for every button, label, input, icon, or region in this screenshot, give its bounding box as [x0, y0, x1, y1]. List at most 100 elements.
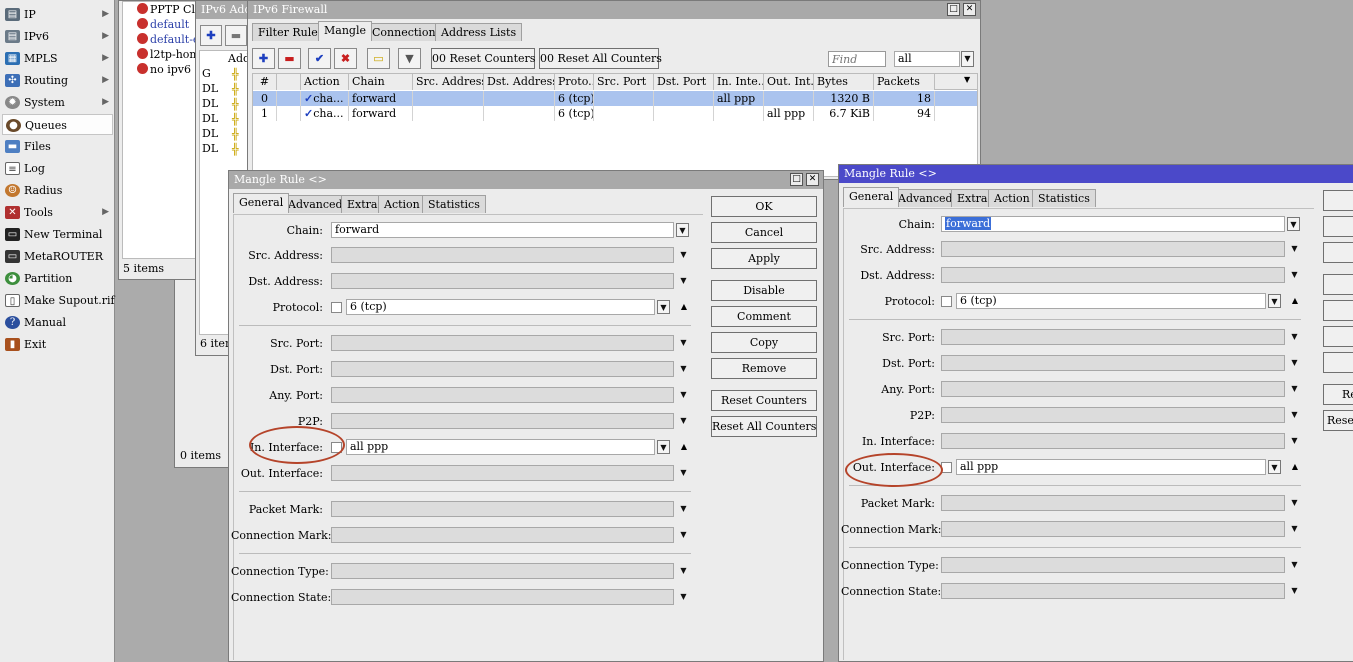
in-interface-expand-icon[interactable]: ▼	[1288, 434, 1301, 448]
protocol-negate-checkbox[interactable]	[331, 302, 342, 313]
protocol-collapse-icon[interactable]: ▲	[678, 300, 690, 314]
tab-mangle[interactable]: Mangle	[318, 21, 372, 41]
sidebar-item-routing[interactable]: ✣ Routing ▶	[2, 70, 113, 91]
reset-all-counters-button[interactable]: Rese	[1323, 410, 1353, 431]
tab-advanced[interactable]: Advanced	[282, 195, 349, 213]
chain-select[interactable]: forward	[941, 216, 1285, 232]
sidebar-item-log[interactable]: ≡ Log	[2, 158, 113, 179]
filter-button[interactable]: ▼	[398, 48, 421, 69]
column-header[interactable]: In. Inte...	[714, 74, 764, 90]
out-interface-dropdown-button[interactable]: ▼	[1268, 460, 1281, 474]
out-interface-expand-icon[interactable]: ▼	[677, 466, 690, 480]
cancel-button[interactable]: Cancel	[711, 222, 817, 243]
in-interface-select[interactable]: all ppp	[346, 439, 655, 455]
column-header[interactable]: Src. Port	[594, 74, 654, 90]
connection-mark-select[interactable]	[331, 527, 674, 543]
dst-port-input[interactable]	[331, 361, 674, 377]
in-interface-select[interactable]	[941, 433, 1285, 449]
copy-button[interactable]: Copy	[711, 332, 817, 353]
connection-type-select[interactable]	[941, 557, 1285, 573]
protocol-negate-checkbox[interactable]	[941, 296, 952, 307]
dst-port-expand-icon[interactable]: ▼	[1288, 356, 1301, 370]
dst-address-input[interactable]	[331, 273, 674, 289]
column-header[interactable]: Out. Int...	[764, 74, 814, 90]
column-header[interactable]: Dst. Address	[484, 74, 555, 90]
packet-mark-select[interactable]	[941, 495, 1285, 511]
sidebar-item-mpls[interactable]: ▦ MPLS ▶	[2, 48, 113, 69]
table-row[interactable]: 0 ✓cha... forward 6 (tcp) all ppp 1320 B…	[253, 91, 977, 106]
src-address-expand-icon[interactable]: ▼	[677, 248, 690, 262]
tab-statistics[interactable]: Statistics	[1032, 189, 1096, 207]
out-interface-select[interactable]	[331, 465, 674, 481]
restore-button[interactable]: □	[790, 173, 803, 186]
out-interface-select[interactable]: all ppp	[956, 459, 1266, 475]
src-address-input[interactable]	[331, 247, 674, 263]
chain-dropdown-button[interactable]: ▼	[1287, 217, 1300, 231]
src-port-input[interactable]	[331, 335, 674, 351]
list-item[interactable]: default	[137, 18, 189, 31]
reset-all-counters-button[interactable]: Reset All Counters	[711, 416, 817, 437]
dst-port-input[interactable]	[941, 355, 1285, 371]
dst-port-expand-icon[interactable]: ▼	[677, 362, 690, 376]
src-port-input[interactable]	[941, 329, 1285, 345]
table-row[interactable]: DL	[202, 142, 218, 155]
src-port-expand-icon[interactable]: ▼	[1288, 330, 1301, 344]
reset-counters-button[interactable]: Reset Counters	[711, 390, 817, 411]
out-interface-collapse-icon[interactable]: ▲	[1289, 460, 1301, 474]
connection-state-select[interactable]	[941, 583, 1285, 599]
table-row[interactable]: DL	[202, 112, 218, 125]
table-row[interactable]: DL	[202, 97, 218, 110]
comment-button[interactable]: Comment	[711, 306, 817, 327]
src-address-input[interactable]	[941, 241, 1285, 257]
tab-action[interactable]: Action	[378, 195, 426, 213]
connection-state-expand-icon[interactable]: ▼	[677, 590, 690, 604]
tab-general[interactable]: General	[843, 187, 900, 207]
sidebar-item-partition[interactable]: ◕ Partition	[2, 268, 113, 289]
find-input[interactable]	[828, 51, 886, 67]
packet-mark-expand-icon[interactable]: ▼	[677, 502, 690, 516]
dst-address-input[interactable]	[941, 267, 1285, 283]
disable-button[interactable]	[1323, 274, 1353, 295]
enable-button[interactable]: ✔	[308, 48, 331, 69]
remove-button[interactable]	[1323, 352, 1353, 373]
filter-select[interactable]: all	[894, 51, 960, 67]
any-port-input[interactable]	[331, 387, 674, 403]
column-header[interactable]: Action	[301, 74, 349, 90]
src-address-expand-icon[interactable]: ▼	[1288, 242, 1301, 256]
table-row[interactable]: DL	[202, 127, 218, 140]
apply-button[interactable]: Apply	[711, 248, 817, 269]
any-port-expand-icon[interactable]: ▼	[677, 388, 690, 402]
connection-type-select[interactable]	[331, 563, 674, 579]
column-header[interactable]: Proto...	[555, 74, 594, 90]
sidebar-item-tools[interactable]: ✕ Tools ▶	[2, 202, 113, 223]
cancel-button[interactable]	[1323, 216, 1353, 237]
tab-action[interactable]: Action	[988, 189, 1036, 207]
column-header[interactable]: Bytes	[814, 74, 874, 90]
sidebar-item-radius[interactable]: ☺ Radius	[2, 180, 113, 201]
list-item[interactable]: no ipv6	[137, 63, 191, 76]
protocol-dropdown-button[interactable]: ▼	[1268, 294, 1281, 308]
add-button[interactable]: ✚	[200, 25, 222, 46]
tab-address-lists[interactable]: Address Lists	[435, 23, 523, 41]
connection-mark-expand-icon[interactable]: ▼	[677, 528, 690, 542]
remove-button[interactable]: ▬	[278, 48, 301, 69]
sidebar-item-files[interactable]: ▬ Files	[2, 136, 113, 157]
protocol-select[interactable]: 6 (tcp)	[956, 293, 1266, 309]
connection-mark-select[interactable]	[941, 521, 1285, 537]
any-port-input[interactable]	[941, 381, 1285, 397]
sidebar-item-metarouter[interactable]: ▭ MetaROUTER	[2, 246, 113, 267]
disable-button[interactable]: ✖	[334, 48, 357, 69]
copy-button[interactable]	[1323, 326, 1353, 347]
tab-general[interactable]: General	[233, 193, 290, 213]
column-header[interactable]: #	[253, 74, 277, 90]
disable-button[interactable]: Disable	[711, 280, 817, 301]
connection-type-expand-icon[interactable]: ▼	[677, 564, 690, 578]
protocol-dropdown-button[interactable]: ▼	[657, 300, 670, 314]
sidebar-item-ipv6[interactable]: ▤ IPv6 ▶	[2, 26, 113, 47]
in-interface-dropdown-button[interactable]: ▼	[657, 440, 670, 454]
src-port-expand-icon[interactable]: ▼	[677, 336, 690, 350]
packet-mark-select[interactable]	[331, 501, 674, 517]
apply-button[interactable]	[1323, 242, 1353, 263]
in-interface-collapse-icon[interactable]: ▲	[678, 440, 690, 454]
add-button[interactable]: ✚	[252, 48, 275, 69]
